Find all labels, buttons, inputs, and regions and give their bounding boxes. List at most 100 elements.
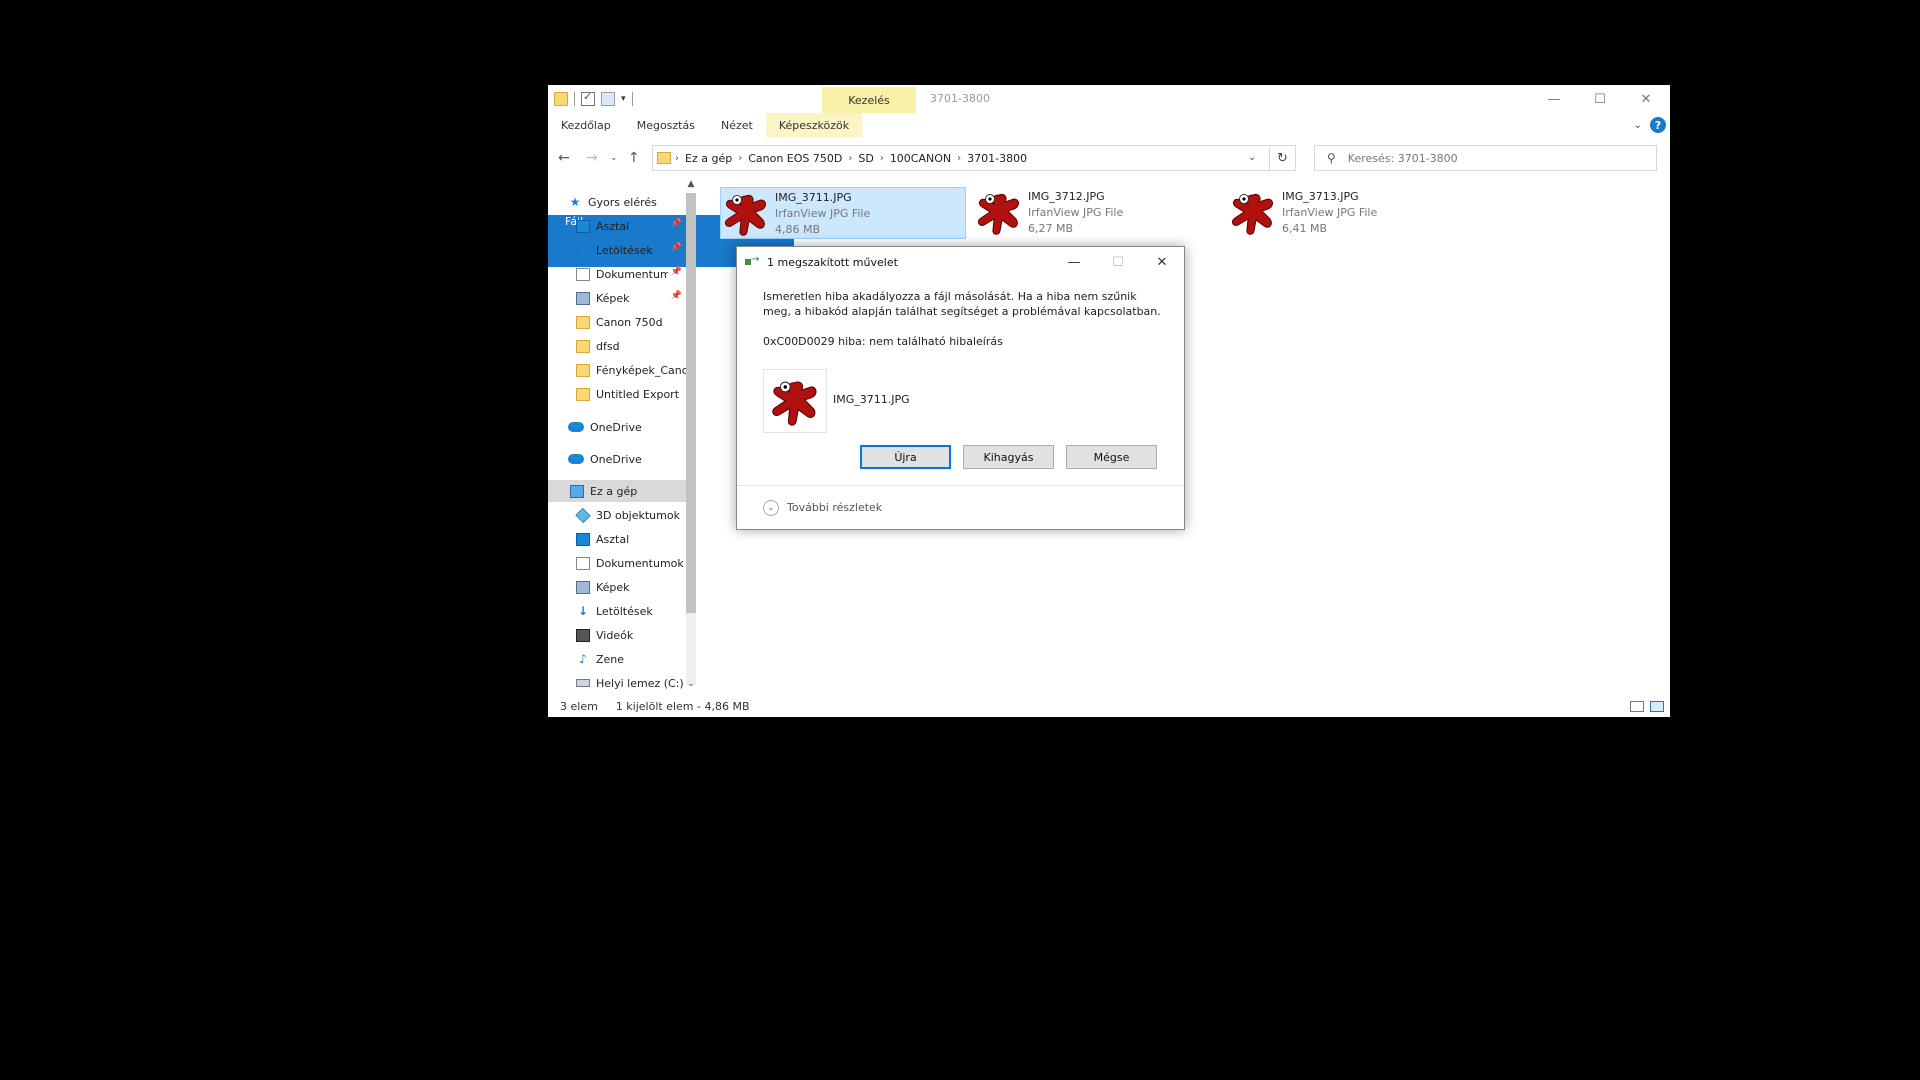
new-folder-icon[interactable]	[601, 92, 615, 106]
details-view-icon[interactable]	[1630, 701, 1644, 712]
irfanview-file-icon	[724, 195, 766, 236]
breadcrumb-current[interactable]: 3701-3800	[961, 152, 1033, 165]
file-size: 4,86 MB	[775, 223, 821, 236]
document-icon	[576, 267, 590, 281]
sidebar-item-label: Videók	[596, 628, 634, 642]
sidebar-item-desktop-2[interactable]: Asztal	[548, 528, 686, 550]
close-icon: ✕	[1156, 254, 1168, 270]
irfanview-file-icon	[977, 194, 1019, 235]
tab-picture-tools[interactable]: Képeszközök	[765, 113, 863, 137]
sidebar-item-downloads-2[interactable]: ↓ Letöltések	[548, 600, 686, 622]
address-bar[interactable]: › Ez a gép › Canon EOS 750D › SD › 100CA…	[652, 145, 1270, 171]
close-icon: ✕	[1640, 91, 1652, 107]
quick-access-toolbar: ▾	[554, 90, 633, 108]
scroll-down-icon[interactable]: ⌄	[686, 679, 696, 689]
more-details-toggle[interactable]: ⌄ További részletek	[737, 485, 1184, 529]
file-item[interactable]: IMG_3711.JPG IrfanView JPG File 4,86 MB	[720, 187, 966, 239]
file-name: IMG_3713.JPG	[1282, 190, 1359, 203]
dialog-close-button[interactable]: ✕	[1140, 247, 1184, 277]
customize-qat-icon[interactable]: ▾	[621, 94, 626, 104]
breadcrumb-sd[interactable]: SD	[852, 152, 879, 165]
sidebar-item-label: OneDrive	[590, 452, 642, 466]
sidebar-item-untitled-export[interactable]: Untitled Export	[548, 383, 686, 405]
tab-view[interactable]: Nézet	[708, 113, 766, 137]
maximize-button[interactable]: ☐	[1577, 85, 1623, 113]
file-copy-icon	[745, 254, 761, 267]
sidebar-item-onedrive[interactable]: OneDrive	[548, 416, 686, 438]
sidebar-item-pictures[interactable]: Képek 📌	[548, 287, 686, 309]
sidebar-item-3d-objects[interactable]: 3D objektumok	[548, 504, 686, 526]
sidebar-item-label: Ez a gép	[590, 484, 638, 498]
properties-icon[interactable]	[581, 90, 595, 106]
search-placeholder: Keresés: 3701-3800	[1347, 151, 1458, 165]
scroll-up-icon[interactable]: ▲	[686, 179, 696, 189]
tiles-view-icon[interactable]	[1650, 701, 1664, 712]
expand-ribbon-icon[interactable]: ⌄	[1634, 120, 1642, 131]
maximize-icon: ☐	[1594, 91, 1606, 107]
search-input[interactable]: ⚲ Keresés: 3701-3800	[1314, 145, 1657, 171]
sidebar-item-onedrive-2[interactable]: OneDrive	[548, 448, 686, 470]
error-code: 0xC00D0029 hiba: nem található hibaleírá…	[763, 335, 1003, 348]
sidebar-item-pictures-2[interactable]: Képek	[548, 576, 686, 598]
sidebar-item-documents-2[interactable]: Dokumentumok	[548, 552, 686, 574]
address-history-dropdown-icon[interactable]: ⌄	[1248, 152, 1256, 163]
cancel-button[interactable]: Mégse	[1066, 445, 1157, 469]
sidebar-item-music[interactable]: ♪ Zene	[548, 648, 686, 670]
close-button[interactable]: ✕	[1623, 85, 1669, 113]
video-icon	[576, 628, 590, 642]
sidebar-item-label: Asztal	[596, 219, 630, 233]
file-name: IMG_3711.JPG	[775, 191, 852, 204]
tab-share[interactable]: Megosztás	[624, 113, 708, 137]
folder-icon[interactable]	[554, 92, 568, 106]
forward-arrow-icon[interactable]: →	[586, 150, 598, 166]
sidebar-scroll-thumb[interactable]	[686, 193, 696, 613]
navigation-bar: ← → ⌄ ↑ › Ez a gép › Canon EOS 750D › SD…	[548, 142, 1670, 174]
folder-icon	[576, 339, 590, 353]
recent-locations-icon[interactable]: ⌄	[610, 153, 618, 163]
dialog-maximize-button: ☐	[1096, 247, 1140, 277]
sidebar-item-videos[interactable]: Videók	[548, 624, 686, 646]
dialog-file-name: IMG_3711.JPG	[833, 393, 910, 406]
refresh-button[interactable]: ↻	[1270, 145, 1296, 171]
sidebar-item-fenykepek[interactable]: Fényképek_Canon	[548, 359, 686, 381]
pin-icon: 📌	[670, 291, 682, 301]
sidebar-item-label: Fényképek_Canon	[596, 363, 686, 377]
sidebar-item-quick-access[interactable]: ★ Gyors elérés	[548, 191, 686, 213]
status-bar: 3 elem 1 kijelölt elem - 4,86 MB	[548, 695, 1670, 717]
help-button[interactable]: ?	[1650, 117, 1666, 133]
dialog-minimize-button[interactable]: —	[1052, 247, 1096, 277]
ribbon-controls: ⌄ ?	[1634, 117, 1666, 133]
breadcrumb-camera[interactable]: Canon EOS 750D	[742, 152, 848, 165]
sidebar-item-label: Gyors elérés	[588, 195, 657, 209]
navigation-pane: ★ Gyors elérés Asztal 📌 ↓ Letöltések 📌 Dokum…	[548, 179, 686, 691]
sidebar-item-label: Dokumentumok	[596, 267, 668, 281]
sidebar-item-desktop[interactable]: Asztal 📌	[548, 215, 686, 237]
up-arrow-icon[interactable]: ↑	[628, 150, 640, 166]
tab-home[interactable]: Kezdőlap	[548, 113, 624, 137]
sidebar-item-this-pc[interactable]: Ez a gép	[548, 480, 686, 502]
cube-icon	[575, 507, 591, 523]
drive-icon	[576, 679, 590, 687]
sidebar-item-label: Képek	[596, 580, 630, 594]
context-tab-manage[interactable]: Kezelés	[822, 87, 916, 113]
sidebar-item-downloads[interactable]: ↓ Letöltések 📌	[548, 239, 686, 261]
pin-icon: 📌	[670, 219, 682, 229]
sidebar-item-dfsd[interactable]: dfsd	[548, 335, 686, 357]
back-arrow-icon[interactable]: ←	[558, 150, 570, 166]
download-icon: ↓	[577, 604, 589, 618]
sidebar-item-label: Asztal	[596, 532, 630, 546]
minimize-button[interactable]: —	[1531, 85, 1577, 113]
folder-icon	[576, 387, 590, 401]
sidebar-item-local-disk[interactable]: Helyi lemez (C:)	[548, 672, 686, 691]
file-item[interactable]: IMG_3712.JPG IrfanView JPG File 6,27 MB	[974, 187, 1220, 239]
window-title: 3701-3800	[930, 92, 990, 105]
breadcrumb-this-pc[interactable]: Ez a gép	[679, 152, 738, 165]
skip-button[interactable]: Kihagyás	[963, 445, 1054, 469]
file-name: IMG_3712.JPG	[1028, 190, 1105, 203]
sidebar-item-canon-750d[interactable]: Canon 750d	[548, 311, 686, 333]
sidebar-item-label: Helyi lemez (C:)	[596, 676, 684, 690]
sidebar-item-documents[interactable]: Dokumentumok📌	[548, 263, 686, 285]
breadcrumb-100canon[interactable]: 100CANON	[884, 152, 957, 165]
retry-button[interactable]: Újra	[860, 445, 951, 469]
file-item[interactable]: IMG_3713.JPG IrfanView JPG File 6,41 MB	[1228, 187, 1474, 239]
